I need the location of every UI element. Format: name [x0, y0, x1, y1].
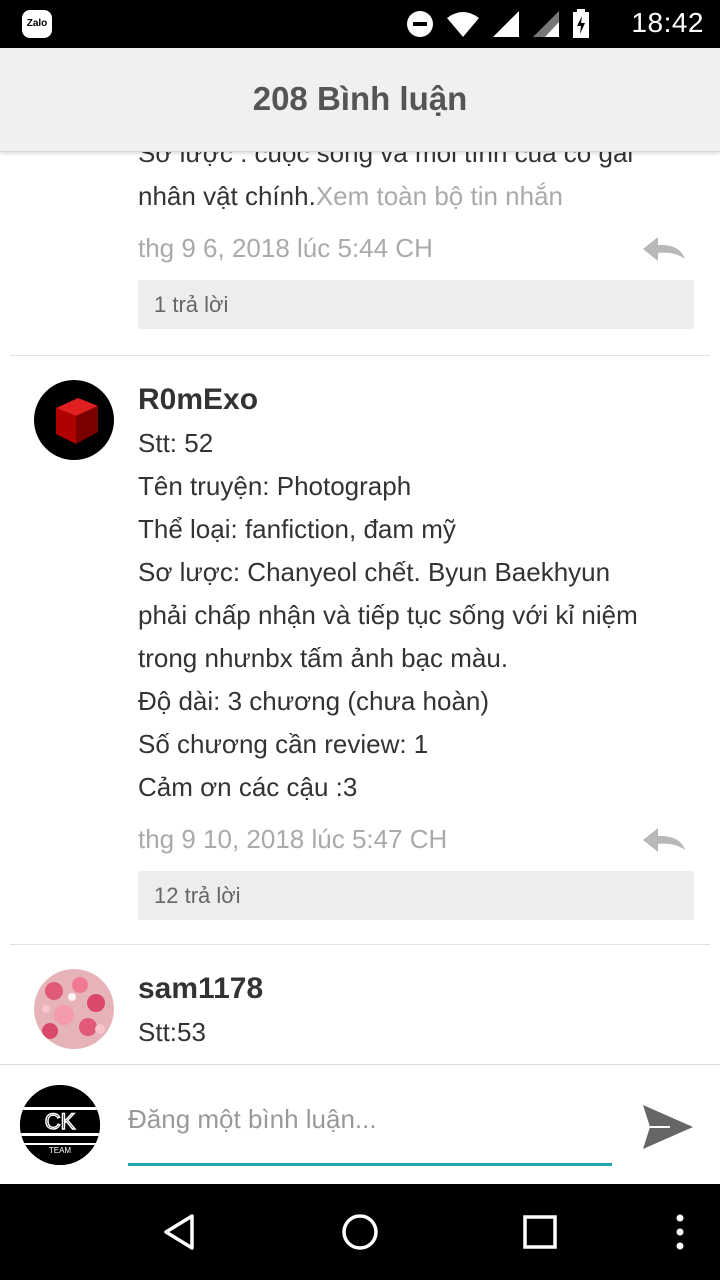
- comment-text-line: nhân vật chính.Xem toàn bộ tin nhắn: [138, 175, 694, 218]
- avatar[interactable]: [34, 380, 114, 460]
- reply-icon[interactable]: [642, 827, 686, 853]
- red-cube-avatar-icon: [34, 380, 114, 460]
- battery-charging-icon: [573, 9, 589, 38]
- comment-item: Sơ lược : cuộc sống và mối tình của cô g…: [10, 152, 710, 356]
- logo-subtext: TEAM: [49, 1146, 72, 1155]
- current-user-avatar: CK TEAM: [20, 1085, 100, 1165]
- wifi-icon: [447, 12, 479, 37]
- view-replies-button[interactable]: 12 trả lời: [138, 871, 694, 920]
- comment-text-line: Tên truyện: Photograph: [138, 471, 412, 501]
- comment-author[interactable]: R0mExo: [138, 378, 694, 422]
- comment-text-line: Cảm ơn các cậu :3: [138, 772, 358, 802]
- send-icon[interactable]: [640, 1099, 696, 1155]
- see-full-message-link[interactable]: Xem toàn bộ tin nhắn: [316, 181, 563, 211]
- comment-text-line: Sơ lược: Chanyeol chết. Byun Baekhyun: [138, 557, 611, 587]
- cell-signal-2-icon: [533, 11, 559, 37]
- recents-icon[interactable]: [520, 1212, 560, 1252]
- comment-timestamp: thg 9 6, 2018 lúc 5:44 CH: [138, 233, 433, 263]
- comment-composer: CK TEAM: [0, 1064, 720, 1184]
- app-header: 208 Bình luận: [0, 48, 720, 152]
- avatar[interactable]: [34, 969, 114, 1049]
- logo-text: CK: [45, 1109, 76, 1134]
- cherry-blossom-avatar-icon: [34, 969, 114, 1049]
- comment-text-line: Stt:53: [138, 1017, 206, 1047]
- system-nav-bar: [0, 1184, 720, 1280]
- reply-icon[interactable]: [642, 236, 686, 262]
- do-not-disturb-icon: [407, 11, 433, 37]
- comment-text-line: Thể loại: fanfiction, đam mỹ: [138, 514, 456, 544]
- more-options-icon[interactable]: [660, 1212, 700, 1252]
- comment-list[interactable]: Sơ lược : cuộc sống và mối tình của cô g…: [0, 152, 720, 1064]
- comment-author[interactable]: sam1178: [138, 967, 694, 1011]
- comment-text-line: trong nhưnbx tấm ảnh bạc màu.: [138, 643, 509, 673]
- page-title: 208 Bình luận: [252, 80, 468, 117]
- comment-meta: thg 9 6, 2018 lúc 5:44 CH: [138, 222, 694, 274]
- comment-text-line: Số chương cần review: 1: [138, 729, 429, 759]
- comment-text-line: Stt: 52: [138, 428, 214, 458]
- zalo-app-icon: Zalo: [22, 10, 52, 38]
- input-underline: [128, 1163, 612, 1166]
- comment-text-line: Sơ lược : cuộc sống và mối tình của cô g…: [138, 152, 634, 168]
- comment-timestamp: thg 9 10, 2018 lúc 5:47 CH: [138, 824, 448, 854]
- comment-text-line: Độ dài: 3 chương (chưa hoàn): [138, 686, 490, 716]
- view-replies-button[interactable]: 1 trả lời: [138, 280, 694, 329]
- status-bar: Zalo 18:42: [0, 0, 720, 48]
- comment-item: sam1178 Stt:53: [10, 945, 710, 1054]
- home-icon[interactable]: [340, 1212, 380, 1252]
- comment-text: nhân vật chính.: [138, 181, 316, 211]
- comment-meta: thg 9 10, 2018 lúc 5:47 CH: [138, 813, 694, 865]
- clock: 18:42: [631, 7, 704, 38]
- back-icon[interactable]: [160, 1212, 200, 1252]
- ck-team-logo-icon: CK TEAM: [20, 1085, 100, 1165]
- comment-input[interactable]: [128, 1095, 612, 1143]
- comment-text-line: phải chấp nhận và tiếp tục sống với kỉ n…: [138, 600, 638, 630]
- status-icons: [406, 9, 590, 38]
- cell-signal-icon: [493, 11, 519, 37]
- comment-item: R0mExo Stt: 52 Tên truyện: Photograph Th…: [10, 356, 710, 945]
